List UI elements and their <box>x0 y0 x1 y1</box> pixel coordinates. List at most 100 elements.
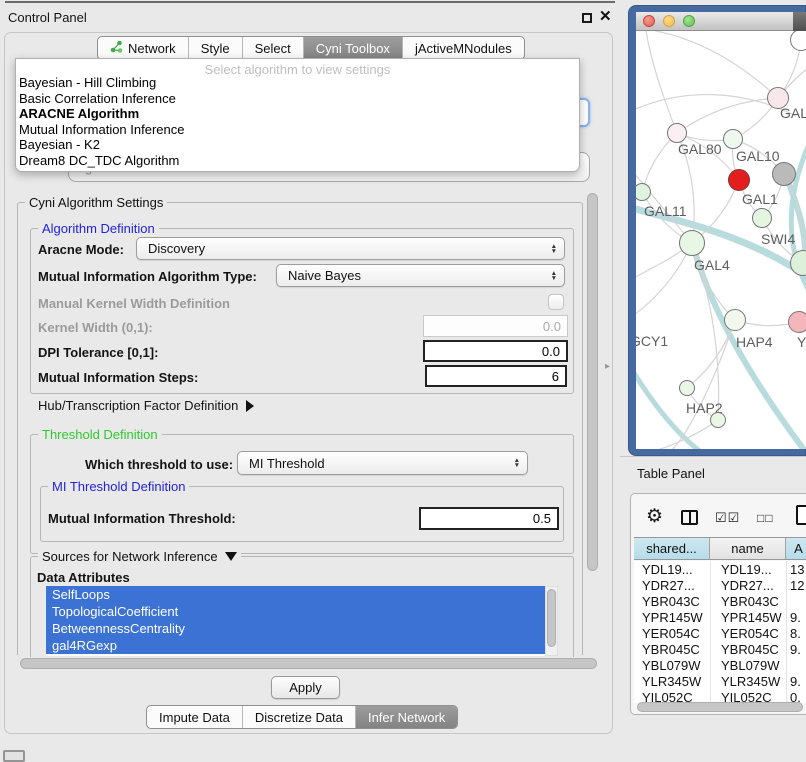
node-gal10[interactable] <box>723 129 743 149</box>
gear-icon[interactable]: ⚙ <box>646 505 663 528</box>
which-threshold-combo[interactable]: MI Threshold ▲▼ <box>237 451 528 475</box>
table-cell: 9. <box>786 642 806 657</box>
node-gal80[interactable] <box>667 123 687 143</box>
table-row[interactable]: YDL19...YDL19...13 <box>634 561 806 577</box>
table-row[interactable]: YBL079WYBL079W <box>634 657 806 673</box>
table-row[interactable]: YER054CYER054C8. <box>634 625 806 641</box>
table-hscrollbar-thumb[interactable] <box>637 702 803 712</box>
node-bottom[interactable] <box>710 412 726 428</box>
settings-hscrollbar-thumb[interactable] <box>20 658 597 669</box>
algorithm-dropdown[interactable]: Select algorithm to view settings Bayesi… <box>15 58 580 172</box>
attribute-item-gal4rgexp[interactable]: gal4RGexp <box>46 637 545 654</box>
node-gal4[interactable] <box>679 230 705 256</box>
stepper-arrows-icon: ▲▼ <box>551 271 557 281</box>
table-cell: YER054C <box>710 626 786 641</box>
dpi-tolerance-field[interactable]: 0.0 <box>423 340 568 362</box>
table-panel-title: Table Panel <box>637 466 705 481</box>
hub-expander[interactable]: Hub/Transcription Factor Definition <box>38 398 254 413</box>
column-divider <box>786 561 787 703</box>
minimize-window-icon[interactable] <box>663 15 675 27</box>
dropdown-item-bayesian-k2[interactable]: Bayesian - K2 <box>16 137 579 153</box>
document-icon[interactable] <box>796 505 806 525</box>
tab-cyni-toolbox[interactable]: Cyni Toolbox <box>303 37 402 59</box>
columns-icon[interactable] <box>681 510 698 525</box>
tab-impute-data[interactable]: Impute Data <box>147 706 242 728</box>
mi-threshold-field[interactable]: 0.5 <box>419 507 559 530</box>
table-row[interactable]: YBR045CYBR045C9. <box>634 641 806 657</box>
select-all-icon[interactable]: ☑☑ <box>715 510 740 526</box>
settings-vscrollbar-thumb[interactable] <box>587 193 598 571</box>
table-cell: YDR27... <box>710 578 786 593</box>
apply-button[interactable]: Apply <box>271 676 340 699</box>
tab-network-label: Network <box>128 41 176 56</box>
data-attributes-list[interactable]: SelfLoopsTopologicalCoefficientBetweenne… <box>46 586 545 656</box>
table-cell: YBR043C <box>710 594 786 609</box>
stepper-arrows-icon: ▲▼ <box>514 458 520 468</box>
node-swi4-label: SWI4 <box>761 231 795 247</box>
cyni-settings-title: Cyni Algorithm Settings <box>25 195 167 210</box>
dropdown-prompt: Select algorithm to view settings <box>16 59 579 75</box>
dropdown-item-bayesian-hill-climbing[interactable]: Bayesian - Hill Climbing <box>16 75 579 91</box>
attr-list-scrollbar-thumb[interactable] <box>547 589 556 647</box>
splitter-arrow-icon[interactable]: ▸ <box>605 361 610 372</box>
table-row[interactable]: YIL052CYIL052C0. <box>634 689 806 703</box>
minimized-panel-icon[interactable] <box>3 750 25 762</box>
control-panel-tabs: Network StyleSelect Cyni Toolbox jActiveMNo… <box>97 36 525 60</box>
table-row[interactable]: YBR043CYBR043C <box>634 593 806 609</box>
node-pink[interactable] <box>788 311 806 333</box>
table-cell: YDL19... <box>634 562 710 577</box>
float-window-icon[interactable] <box>582 13 592 23</box>
table-cell: YLR345W <box>634 674 710 689</box>
column-header-shared[interactable]: shared... <box>634 537 710 560</box>
table-row[interactable]: YDR27...YDR27...12 <box>634 577 806 593</box>
column-header-a[interactable]: A <box>786 537 806 560</box>
table-cell: YIL052C <box>710 690 786 704</box>
tab-discretize-data[interactable]: Discretize Data <box>242 706 355 728</box>
table-rows[interactable]: YDL19...YDL19...13YDR27...YDR27...12YBR0… <box>634 561 806 703</box>
dropdown-item-mutual-information-inference[interactable]: Mutual Information Inference <box>16 122 579 138</box>
network-canvas[interactable]: GALGAL80GAL10GAL1GAL11SWI4GAL4GCY1HAP4YH… <box>636 31 806 449</box>
node-swi4[interactable] <box>752 208 772 228</box>
manual-kernel-checkbox[interactable] <box>548 294 564 310</box>
dropdown-item-aracne-algorithm[interactable]: ARACNE Algorithm <box>16 106 579 122</box>
dropdown-item-dream8-dc-tdc-algorithm[interactable]: Dream8 DC_TDC Algorithm <box>16 153 579 169</box>
aracne-mode-combo[interactable]: Discovery ▲▼ <box>136 237 565 260</box>
tab-style[interactable]: Style <box>188 37 242 59</box>
mi-threshold-label: Mutual Information Threshold: <box>48 511 236 526</box>
table-cell: YBL079W <box>634 658 710 673</box>
control-panel: Control Panel ✕ NetworkStyleSelectCyni T… <box>0 0 620 762</box>
network-window-titlebar[interactable] <box>636 12 806 31</box>
table-cell: YBR043C <box>634 594 710 609</box>
tab-infer-network[interactable]: Infer Network <box>355 706 457 728</box>
node-hap4[interactable] <box>724 309 746 331</box>
node-gal10-label: GAL10 <box>736 148 780 164</box>
node-gal1[interactable] <box>728 169 750 191</box>
table-row[interactable]: YPR145WYPR145W9. <box>634 609 806 625</box>
close-panel-icon[interactable]: ✕ <box>599 7 612 25</box>
sources-title[interactable]: Sources for Network Inference <box>38 549 241 564</box>
close-window-icon[interactable] <box>643 15 655 27</box>
node-hap2[interactable] <box>679 380 695 396</box>
dropdown-item-basic-correlation-inference[interactable]: Basic Correlation Inference <box>16 91 579 107</box>
node-gray[interactable] <box>772 162 796 186</box>
tab-jactivemnodules[interactable]: jActiveMNodules <box>402 37 524 59</box>
mi-type-combo[interactable]: Naive Bayes ▲▼ <box>276 264 565 287</box>
tab-select[interactable]: Select <box>242 37 303 59</box>
table-row[interactable]: YLR345WYLR345W9. <box>634 673 806 689</box>
table-cell: YPR145W <box>710 610 786 625</box>
dpi-tolerance-label: DPI Tolerance [0,1]: <box>38 345 158 360</box>
tab-cyni-toolbox-label: Cyni Toolbox <box>316 41 390 56</box>
aracne-mode-label: Aracne Mode: <box>38 242 124 257</box>
attribute-item-topologicalcoefficient[interactable]: TopologicalCoefficient <box>46 603 545 620</box>
mi-steps-field[interactable]: 6 <box>425 365 567 387</box>
table-cell: 0. <box>786 690 806 704</box>
deselect-all-icon[interactable]: □□ <box>757 511 774 525</box>
column-header-name[interactable]: name <box>710 537 786 560</box>
table-cell: YBR045C <box>634 642 710 657</box>
attribute-item-betweennesscentrality[interactable]: BetweennessCentrality <box>46 620 545 637</box>
dropdown-item-list: Bayesian - Hill ClimbingBasic Correlatio… <box>16 75 579 169</box>
zoom-window-icon[interactable] <box>683 15 695 27</box>
attribute-item-selfloops[interactable]: SelfLoops <box>46 586 545 603</box>
tab-network[interactable]: Network <box>98 37 188 59</box>
node-gal1-label: GAL1 <box>742 191 778 207</box>
